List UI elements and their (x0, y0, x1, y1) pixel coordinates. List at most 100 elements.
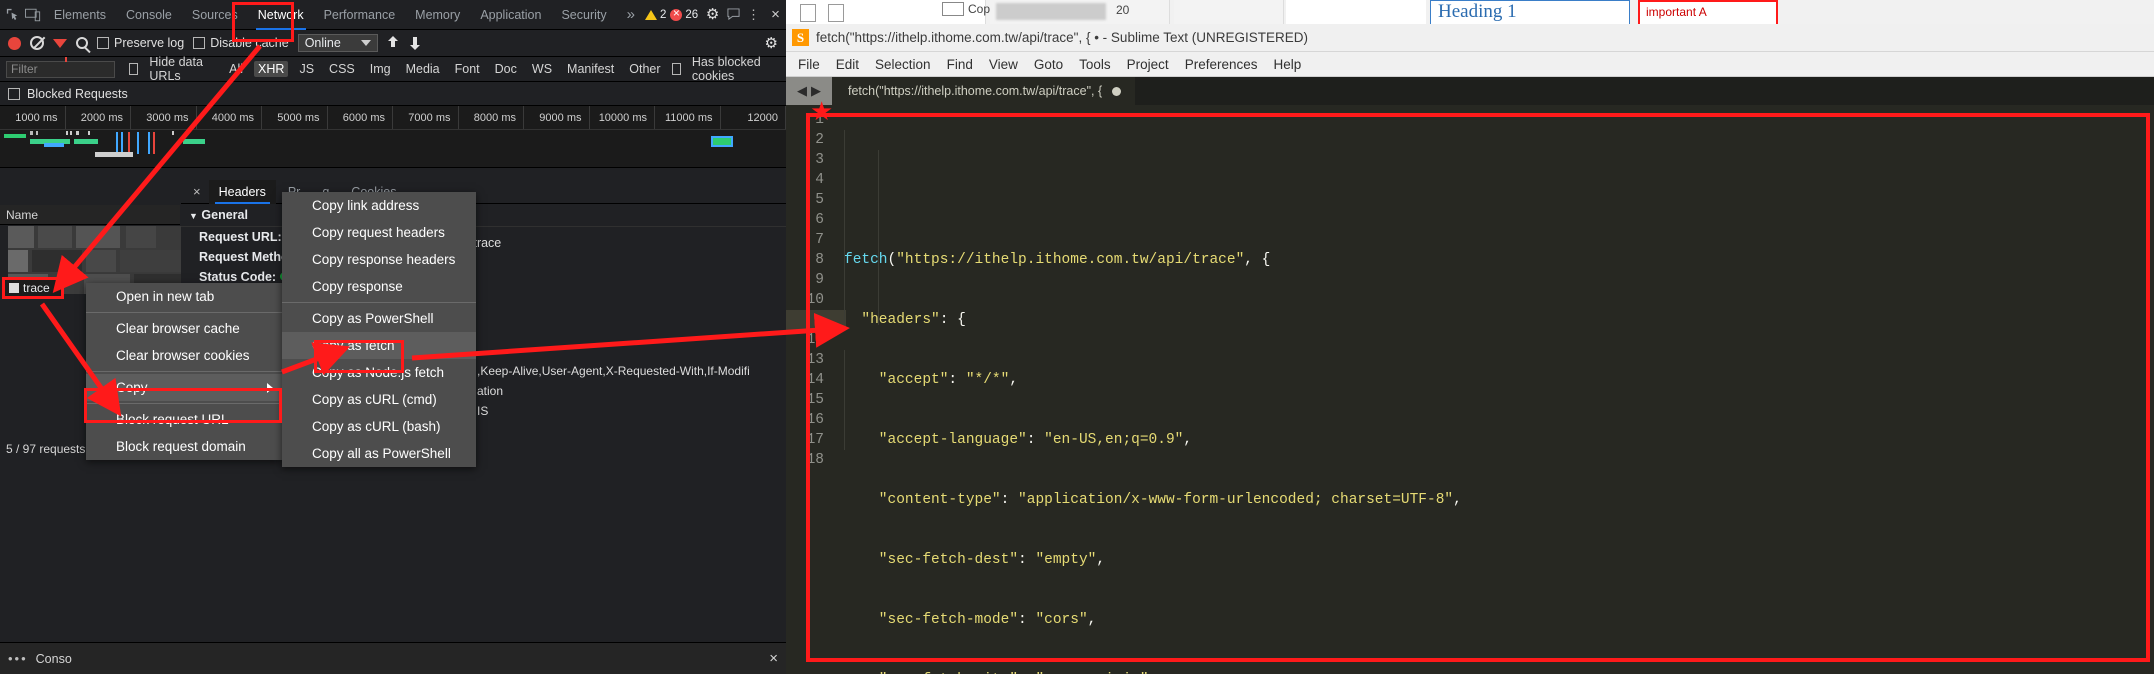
code-content[interactable]: fetch("https://ithelp.ithome.com.tw/api/… (786, 105, 2154, 674)
tab-console[interactable]: Console (116, 0, 182, 30)
font-name-field-blurred[interactable] (996, 3, 1106, 20)
import-har-icon[interactable] (387, 36, 400, 50)
filter-type-img[interactable]: Img (366, 61, 395, 77)
filter-input[interactable]: Filter (6, 60, 116, 78)
filter-type-font[interactable]: Font (451, 61, 484, 77)
inspect-element-icon[interactable] (2, 2, 23, 28)
disable-cache-checkbox[interactable] (193, 37, 206, 49)
copy-as-curl-cmd[interactable]: Copy as cURL (cmd) (282, 386, 476, 413)
tab-elements[interactable]: Elements (44, 0, 116, 30)
menu-preferences[interactable]: Preferences (1177, 55, 1266, 74)
sublime-editor[interactable]: 1 2 3 4 5 6 7 8 9 10 11 12 13 14 15 16 1… (786, 105, 2154, 674)
search-icon[interactable] (76, 37, 88, 49)
filter-type-media[interactable]: Media (402, 61, 444, 77)
filter-type-all[interactable]: All (225, 61, 247, 77)
name-column-header: Name (0, 205, 180, 225)
detail-tab-headers[interactable]: Headers (208, 179, 276, 204)
record-button-icon[interactable] (8, 36, 21, 50)
blocked-requests-checkbox[interactable] (8, 87, 20, 100)
ctx-copy[interactable]: Copy (86, 374, 282, 401)
line-number: 14 (806, 372, 824, 388)
menu-goto[interactable]: Goto (1026, 55, 1071, 74)
filter-type-manifest[interactable]: Manifest (563, 61, 618, 77)
copy-submenu[interactable]: Copy link address Copy request headers C… (282, 192, 476, 467)
ctx-open-in-new-tab[interactable]: Open in new tab (86, 283, 282, 310)
warning-indicator[interactable]: 2 (644, 9, 666, 21)
ctx-block-request-url[interactable]: Block request URL (86, 406, 282, 433)
copy-as-powershell[interactable]: Copy as PowerShell (282, 305, 476, 332)
ctx-clear-browser-cookies[interactable]: Clear browser cookies (86, 342, 282, 369)
line-number: 15 (806, 392, 824, 408)
error-indicator[interactable]: 26 (670, 6, 698, 21)
overview-tick: 9000 ms (524, 106, 590, 129)
filter-funnel-icon[interactable] (53, 38, 67, 62)
clear-requests-icon[interactable] (30, 36, 44, 50)
export-har-icon[interactable] (409, 36, 422, 50)
preserve-log-toggle[interactable]: Preserve log (97, 36, 184, 50)
hide-data-urls-checkbox[interactable] (129, 63, 139, 75)
menu-tools[interactable]: Tools (1071, 55, 1119, 74)
devtools-close-icon[interactable]: × (765, 2, 786, 28)
menu-find[interactable]: Find (939, 55, 981, 74)
throttling-value: Online (304, 36, 341, 50)
disable-cache-toggle[interactable]: Disable cache (193, 36, 289, 50)
feedback-icon[interactable] (723, 2, 744, 28)
drawer-tab-console[interactable]: Conso (36, 652, 72, 666)
tab-performance[interactable]: Performance (314, 0, 406, 30)
copy-link-address[interactable]: Copy link address (282, 192, 476, 219)
network-overview-timeline[interactable]: 1000 ms 2000 ms 3000 ms 4000 ms 5000 ms … (0, 106, 786, 168)
copy-as-nodejs-fetch[interactable]: Copy as Node.js fetch (282, 359, 476, 386)
copy-icon[interactable] (942, 2, 964, 16)
ctx-clear-browser-cache[interactable]: Clear browser cache (86, 315, 282, 342)
devtools-more-options-icon[interactable]: ⋮ (744, 2, 765, 28)
tab-application[interactable]: Application (470, 0, 551, 30)
throttling-select[interactable]: Online (297, 34, 378, 52)
console-drawer: ••• Conso × (0, 642, 786, 674)
filter-type-ws[interactable]: WS (528, 61, 556, 77)
copy-as-curl-bash[interactable]: Copy as cURL (bash) (282, 413, 476, 440)
copy-response[interactable]: Copy response (282, 273, 476, 300)
drawer-close-icon[interactable]: × (769, 650, 778, 667)
settings-gear-icon[interactable]: ⚙ (702, 2, 723, 28)
copy-response-headers[interactable]: Copy response headers (282, 246, 476, 273)
preserve-log-checkbox[interactable] (97, 37, 109, 49)
filter-type-css[interactable]: CSS (325, 61, 359, 77)
ctx-block-request-domain[interactable]: Block request domain (86, 433, 282, 460)
general-section-header[interactable]: ▼ General (181, 204, 786, 227)
unsaved-changes-icon (1112, 86, 1122, 96)
filter-type-doc[interactable]: Doc (491, 61, 521, 77)
filter-type-other[interactable]: Other (625, 61, 664, 77)
network-settings-gear-icon[interactable]: ⚙ (765, 36, 778, 51)
menu-view[interactable]: View (981, 55, 1026, 74)
overview-tick: 12000 (721, 106, 786, 129)
menu-edit[interactable]: Edit (828, 55, 867, 74)
editor-tab[interactable]: fetch("https://ithelp.ithome.com.tw/api/… (832, 77, 1136, 105)
nav-prev-icon[interactable]: ◀ (797, 83, 807, 99)
network-toolbar: Preserve log Disable cache Online ⚙ (0, 30, 786, 62)
device-toolbar-icon[interactable] (23, 2, 44, 28)
tab-sources[interactable]: Sources (182, 0, 248, 30)
copy-request-headers[interactable]: Copy request headers (282, 219, 476, 246)
drawer-more-icon[interactable]: ••• (8, 651, 28, 666)
copy-as-fetch[interactable]: Copy as fetch (282, 332, 476, 359)
menu-file[interactable]: File (790, 55, 828, 74)
filter-type-js[interactable]: JS (295, 61, 318, 77)
menu-help[interactable]: Help (1266, 55, 1310, 74)
line-number-gutter: 1 2 3 4 5 6 7 8 9 10 11 12 13 14 15 16 1… (786, 105, 832, 674)
request-row-trace[interactable]: trace (2, 277, 64, 299)
detail-close-icon[interactable]: × (187, 184, 207, 199)
menu-selection[interactable]: Selection (867, 55, 939, 74)
indent-guide (844, 350, 845, 450)
menu-project[interactable]: Project (1119, 55, 1177, 74)
tab-memory[interactable]: Memory (405, 0, 470, 30)
filter-type-xhr[interactable]: XHR (254, 61, 289, 77)
tab-security[interactable]: Security (551, 0, 616, 30)
general-row-request-method: Request Metho (181, 247, 786, 267)
more-tabs-button[interactable]: » (617, 0, 645, 30)
code-line-4: "accept-language": "en-US,en;q=0.9", (844, 432, 1193, 448)
ctx-separator (86, 403, 282, 404)
request-context-menu[interactable]: Open in new tab Clear browser cache Clea… (86, 283, 282, 460)
tab-network[interactable]: Network (248, 0, 314, 30)
copy-all-as-powershell[interactable]: Copy all as PowerShell (282, 440, 476, 467)
has-blocked-cookies-checkbox[interactable] (671, 63, 681, 75)
